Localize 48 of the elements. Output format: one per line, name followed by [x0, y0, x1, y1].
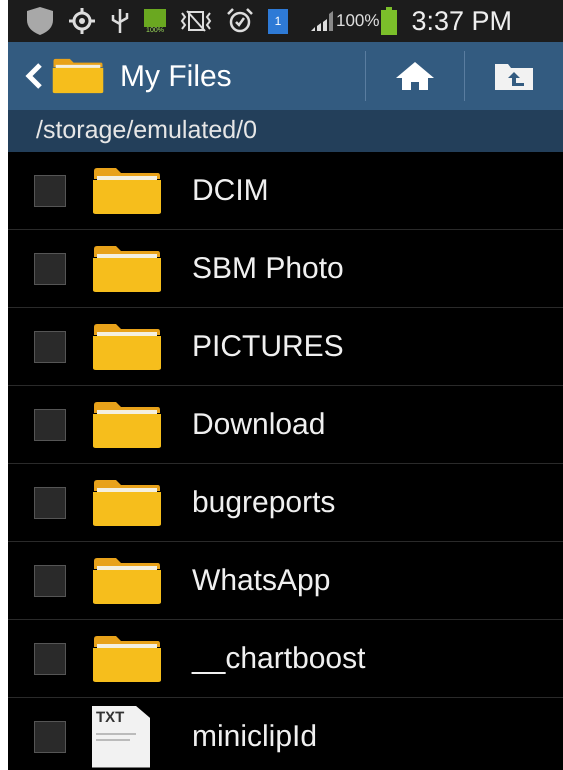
- checkbox[interactable]: [34, 486, 66, 518]
- file-list-item[interactable]: WhatsApp: [8, 542, 563, 620]
- file-type-label: TXT: [96, 710, 124, 724]
- folder-icon: [92, 556, 162, 604]
- file-name: bugreports: [192, 485, 336, 521]
- file-name: PICTURES: [192, 329, 344, 365]
- folder-icon: [92, 478, 162, 526]
- file-list-item[interactable]: SBM Photo: [8, 230, 563, 308]
- file-name: __chartboost: [192, 641, 366, 677]
- checkbox[interactable]: [34, 720, 66, 752]
- usb-icon: [110, 7, 130, 35]
- checkbox[interactable]: [34, 564, 66, 596]
- app-title: My Files: [120, 58, 233, 94]
- file-list-item[interactable]: __chartboost: [8, 620, 563, 698]
- folder-icon: [92, 166, 162, 214]
- file-name: WhatsApp: [192, 563, 330, 599]
- folder-icon: [92, 634, 162, 682]
- battery-icon: [381, 7, 398, 35]
- folder-icon: [92, 322, 162, 370]
- file-list-item[interactable]: DCIM: [8, 152, 563, 230]
- folder-icon: [92, 244, 162, 292]
- file-name: DCIM: [192, 173, 269, 209]
- clock-time: 3:37 PM: [411, 4, 512, 38]
- checkbox[interactable]: [34, 252, 66, 284]
- current-path: /storage/emulated/0: [36, 115, 257, 146]
- checkbox[interactable]: [34, 174, 66, 206]
- vibrate-off-icon: [180, 9, 212, 33]
- folder-up-icon: [494, 61, 534, 91]
- signal-icon: [310, 10, 334, 32]
- folder-icon: [92, 400, 162, 448]
- app-folder-icon: [52, 56, 104, 96]
- sim-number: 1: [274, 15, 282, 27]
- back-icon: [24, 62, 44, 90]
- checkbox[interactable]: [34, 642, 66, 674]
- file-name: Download: [192, 407, 326, 443]
- checkbox[interactable]: [34, 408, 66, 440]
- location-icon: [68, 7, 96, 35]
- file-list-item[interactable]: Download: [8, 386, 563, 464]
- battery-percent: 100%: [336, 10, 380, 32]
- home-icon: [395, 61, 435, 91]
- alarm-icon: [226, 7, 254, 35]
- file-list-item[interactable]: PICTURES: [8, 308, 563, 386]
- file-name: SBM Photo: [192, 251, 344, 287]
- checkbox[interactable]: [34, 330, 66, 362]
- shield-icon: [26, 6, 54, 36]
- file-name: miniclipId: [192, 719, 318, 755]
- file-list-item[interactable]: TXT miniclipId: [8, 698, 563, 770]
- file-list-item[interactable]: bugreports: [8, 464, 563, 542]
